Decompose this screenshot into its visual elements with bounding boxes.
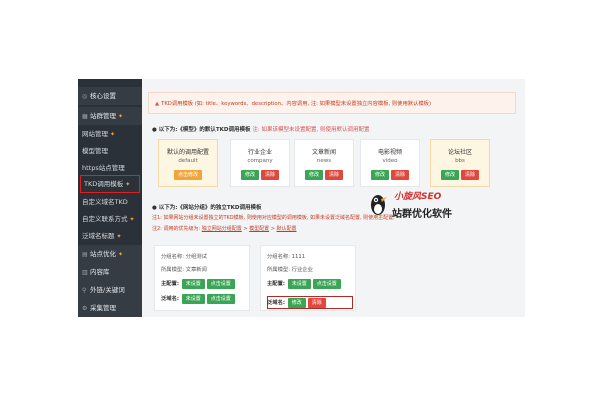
model-card-company: 行业企业 company 修改 清除	[230, 139, 290, 187]
warning-icon: ▲	[155, 101, 160, 107]
fire-icon: ✦	[125, 181, 131, 188]
model-section-title: ● 以下为:《模型》的默认TKD调用模板 注: 如果该模型未设置配置, 则使用默…	[152, 127, 370, 133]
circle-icon: ◎	[82, 93, 88, 100]
priority-link-model[interactable]: 模型配置	[249, 226, 269, 232]
sidebar-item-content-library[interactable]: ▥ 内容库	[78, 263, 142, 281]
edit-button[interactable]: 修改	[287, 298, 306, 308]
model-card-video: 电影视频 video 修改 清除	[360, 139, 420, 187]
group-section-title: ● 以下为:《网站分组》的独立TKD调用模板	[152, 205, 262, 211]
link-icon: ⚲	[82, 287, 87, 294]
clear-button[interactable]: 清除	[391, 170, 410, 180]
bird-logo-icon	[371, 195, 387, 219]
set-button[interactable]: 点击设置	[312, 279, 341, 289]
sidebar-item-wildcard-title[interactable]: 泛域名标题 ✦	[78, 227, 142, 245]
clear-button[interactable]: 清除	[325, 170, 344, 180]
watermark-brand: 小旋风SEO	[394, 192, 442, 202]
database-icon: ▥	[82, 269, 88, 276]
clear-button[interactable]: 清除	[307, 298, 326, 308]
sidebar-item-tkd-template[interactable]: TKD调用模板 ✦	[80, 175, 140, 193]
edit-button[interactable]: 修改	[440, 170, 459, 180]
sidebar-item-site-group[interactable]: ▦ 站群管理 ✦	[78, 107, 142, 125]
edit-button[interactable]: 点击修改	[173, 170, 202, 180]
notice-banner: ▲ TKD调用模板 (如: title、keywords、description、…	[148, 92, 516, 114]
sidebar-item-core-settings[interactable]: ◎ 核心设置	[78, 87, 142, 105]
group-note-2: 注2: 调用的优先级为: 独立网站分组配置 > 模型配置 > 默认配置	[152, 226, 297, 232]
priority-link-group[interactable]: 独立网站分组配置	[202, 226, 242, 232]
watermark-tagline: 站群优化软件	[392, 209, 452, 220]
fire-icon: ✦	[110, 131, 116, 138]
status-badge: 未设置	[181, 294, 205, 304]
chart-icon: ▤	[82, 251, 88, 258]
sidebar-item-custom-domain-tkd[interactable]: 自定义域名TKD	[78, 193, 142, 211]
group-note-1: 注1: 如果网站分组未设置独立的TKD模板, 则使用对应模型的调用模板, 如果未…	[152, 215, 395, 221]
sidebar-item-site-optimize[interactable]: ▤ 站点优化 ✦	[78, 245, 142, 263]
status-badge: 未设置	[181, 279, 205, 289]
edit-button[interactable]: 修改	[370, 170, 389, 180]
set-button[interactable]: 点击设置	[206, 279, 235, 289]
group-panel: 分组名称: 1111 所属模型: 行业企业 主配置: 未设置 点击设置 泛域名: …	[260, 245, 356, 311]
grid-icon: ▦	[82, 113, 88, 120]
clear-button[interactable]: 清除	[461, 170, 480, 180]
sidebar-item-custom-contact[interactable]: 自定义联系方式 ✦	[78, 210, 142, 228]
fire-icon: ✦	[129, 216, 135, 223]
sidebar-item-site-management[interactable]: 网站管理 ✦	[78, 125, 142, 143]
model-card-news: 文章新闻 news 修改 清除	[294, 139, 354, 187]
sidebar: ◎ 核心设置 ▦ 站群管理 ✦ 网站管理 ✦ 模型管理 https站点管理 TKD调用模…	[78, 79, 142, 317]
sidebar-item-links-keywords[interactable]: ⚲ 外链/关键词	[78, 281, 142, 299]
fire-icon: ✦	[116, 233, 122, 240]
app-window: ◎ 核心设置 ▦ 站群管理 ✦ 网站管理 ✦ 模型管理 https站点管理 TKD调用模…	[78, 79, 525, 317]
main-content: ▲ TKD调用模板 (如: title、keywords、description、…	[142, 79, 525, 317]
sidebar-item-collect[interactable]: ⚙ 采集管理	[78, 299, 142, 317]
gear-icon: ⚙	[82, 305, 88, 312]
set-button[interactable]: 点击设置	[206, 294, 235, 304]
fire-icon: ✦	[118, 251, 124, 258]
priority-link-default[interactable]: 默认配置	[277, 226, 297, 232]
clear-button[interactable]: 清除	[261, 170, 280, 180]
edit-button[interactable]: 修改	[304, 170, 323, 180]
model-card-default: 默认的调用配置 default 点击修改	[158, 139, 218, 187]
watermark-logo: 小旋风SEO 站群优化软件	[366, 187, 486, 235]
edit-button[interactable]: 修改	[240, 170, 259, 180]
group-panel: 分组名称: 分组测试 所属模型: 文章新闻 主配置: 未设置 点击设置 泛域名: …	[154, 245, 250, 311]
model-card-bbs: 论坛社区 bbs 修改 清除	[430, 139, 490, 187]
fire-icon: ✦	[118, 113, 124, 120]
sidebar-item-model-management[interactable]: 模型管理	[78, 142, 142, 160]
status-badge: 未设置	[287, 279, 311, 289]
